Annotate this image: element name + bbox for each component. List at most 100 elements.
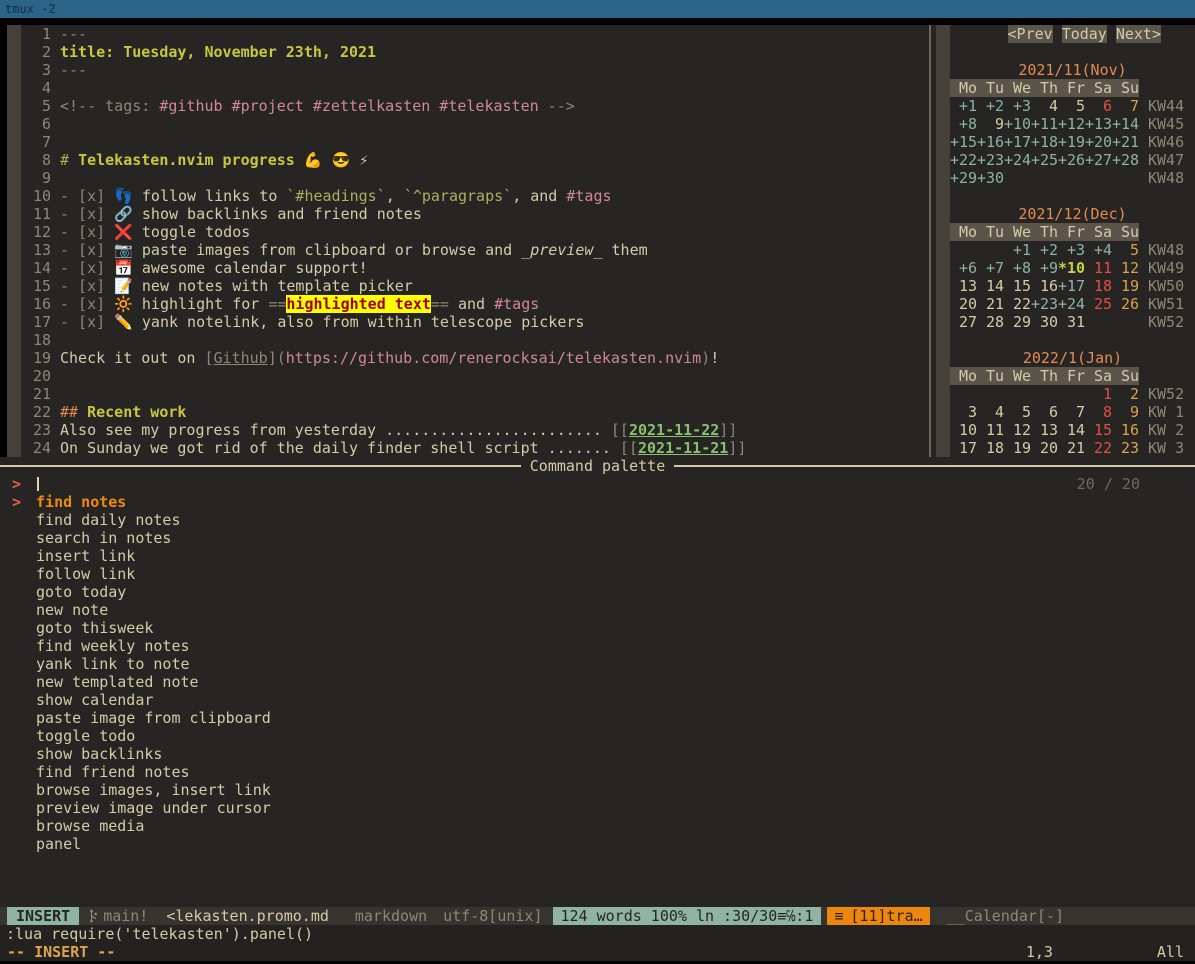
palette-item[interactable]: insert link — [0, 547, 1195, 565]
calendar-day[interactable]: 19 — [1112, 277, 1139, 295]
palette-item[interactable]: goto today — [0, 583, 1195, 601]
palette-item[interactable]: find friend notes — [0, 763, 1195, 781]
calendar-day[interactable]: 7 — [1112, 97, 1139, 115]
calendar-day[interactable]: 13 — [1031, 421, 1058, 439]
calendar-day[interactable]: 5 — [1058, 97, 1085, 115]
calendar-day[interactable]: 23 — [1112, 439, 1139, 457]
calendar-day[interactable]: +1 — [1004, 241, 1031, 259]
editor-line[interactable]: 24On Sunday we got rid of the daily find… — [33, 439, 929, 457]
calendar-day[interactable]: +18 — [1031, 133, 1058, 151]
calendar-day[interactable]: 28 — [977, 313, 1004, 331]
calendar-today-button[interactable]: Today — [1062, 25, 1107, 43]
calendar-day[interactable]: +16 — [977, 133, 1004, 151]
calendar-day[interactable]: 21 — [977, 295, 1004, 313]
editor-line[interactable]: 1--- — [33, 25, 929, 43]
calendar-day[interactable]: +8 — [1004, 259, 1031, 277]
calendar-day[interactable]: 27 — [950, 313, 977, 331]
palette-item[interactable]: paste image from clipboard — [0, 709, 1195, 727]
editor-window[interactable]: 1---2title: Tuesday, November 23th, 2021… — [7, 25, 929, 457]
palette-item[interactable]: browse media — [0, 817, 1195, 835]
calendar-day[interactable]: +3 — [1058, 241, 1085, 259]
calendar-day[interactable]: 9 — [977, 115, 1004, 133]
calendar-day[interactable]: 10 — [950, 421, 977, 439]
calendar-day[interactable]: 8 — [1085, 403, 1112, 421]
editor-line[interactable]: 3--- — [33, 61, 929, 79]
calendar-day[interactable]: 14 — [977, 277, 1004, 295]
calendar-day[interactable]: +20 — [1085, 133, 1112, 151]
calendar-day[interactable]: 9 — [1112, 403, 1139, 421]
palette-item[interactable]: new note — [0, 601, 1195, 619]
palette-item[interactable]: follow link — [0, 565, 1195, 583]
calendar-day[interactable]: +25 — [1031, 151, 1058, 169]
calendar-day[interactable]: +14 — [1112, 115, 1139, 133]
calendar-day[interactable]: 7 — [1058, 403, 1085, 421]
editor-line[interactable]: 14- [x] 📅 awesome calendar support! — [33, 259, 929, 277]
calendar-day[interactable]: 18 — [977, 439, 1004, 457]
palette-item[interactable]: yank link to note — [0, 655, 1195, 673]
calendar-day[interactable]: +24 — [1004, 151, 1031, 169]
calendar-day[interactable]: 22 — [1085, 439, 1112, 457]
calendar-day[interactable]: 18 — [1085, 277, 1112, 295]
editor-line[interactable]: 15- [x] 📝 new notes with template picker — [33, 277, 929, 295]
editor-line[interactable]: 19Check it out on [Github](https://githu… — [33, 349, 929, 367]
calendar-day[interactable]: 25 — [1085, 295, 1112, 313]
calendar-day[interactable]: 11 — [977, 421, 1004, 439]
calendar-day[interactable]: 5 — [1004, 403, 1031, 421]
calendar-day[interactable]: 12 — [1112, 259, 1139, 277]
palette-item[interactable]: new templated note — [0, 673, 1195, 691]
calendar-day[interactable]: 2 — [1112, 385, 1139, 403]
calendar-day[interactable]: 4 — [977, 403, 1004, 421]
editor-line[interactable]: 22## Recent work — [33, 403, 929, 421]
tab-segment[interactable]: ≡ [11]tra… — [827, 907, 929, 925]
calendar-day[interactable]: +17 — [1058, 277, 1085, 295]
calendar-day[interactable]: +2 — [977, 97, 1004, 115]
calendar-day[interactable]: 30 — [1031, 313, 1058, 331]
calendar-day[interactable]: *10 — [1058, 259, 1085, 277]
palette-item[interactable]: goto thisweek — [0, 619, 1195, 637]
calendar-day[interactable]: 20 — [1031, 439, 1058, 457]
calendar-next-button[interactable]: Next> — [1116, 25, 1161, 43]
palette-item[interactable]: find weekly notes — [0, 637, 1195, 655]
calendar-day[interactable]: 20 — [950, 295, 977, 313]
calendar-day[interactable]: 21 — [1058, 439, 1085, 457]
editor-line[interactable]: 5<!-- tags: #github #project #zettelkast… — [33, 97, 929, 115]
calendar-day[interactable]: 11 — [1085, 259, 1112, 277]
editor-line[interactable]: 2title: Tuesday, November 23th, 2021 — [33, 43, 929, 61]
calendar-day[interactable]: +19 — [1058, 133, 1085, 151]
palette-item[interactable]: panel — [0, 835, 1195, 853]
editor-line[interactable]: 6 — [33, 115, 929, 133]
calendar-day[interactable]: +28 — [1112, 151, 1139, 169]
calendar-day[interactable]: +11 — [1031, 115, 1058, 133]
calendar-day[interactable]: 15 — [1004, 277, 1031, 295]
calendar-day[interactable]: +13 — [1085, 115, 1112, 133]
calendar-prev-button[interactable]: <Prev — [1008, 25, 1053, 43]
calendar-day[interactable]: 14 — [1058, 421, 1085, 439]
calendar-day[interactable]: +12 — [1058, 115, 1085, 133]
editor-line[interactable]: 4 — [33, 79, 929, 97]
calendar-day[interactable]: +7 — [977, 259, 1004, 277]
palette-item[interactable]: preview image under cursor — [0, 799, 1195, 817]
calendar-day[interactable]: +9 — [1031, 259, 1058, 277]
calendar-day[interactable]: 19 — [1004, 439, 1031, 457]
editor-line[interactable]: 13- [x] 📷 paste images from clipboard or… — [33, 241, 929, 259]
calendar-day[interactable]: +17 — [1004, 133, 1031, 151]
calendar-day[interactable]: 13 — [950, 277, 977, 295]
calendar-day[interactable]: +23 — [977, 151, 1004, 169]
calendar-day[interactable]: +8 — [950, 115, 977, 133]
calendar-day[interactable]: 3 — [950, 403, 977, 421]
calendar-day[interactable]: +24 — [1058, 295, 1085, 313]
editor-line[interactable]: 20 — [33, 367, 929, 385]
editor-line[interactable]: 21 — [33, 385, 929, 403]
palette-prompt[interactable]: > 20 / 20 — [0, 475, 1195, 493]
calendar-day[interactable]: +29 — [950, 169, 977, 187]
calendar-day[interactable]: +23 — [1031, 295, 1058, 313]
calendar-day[interactable]: 12 — [1004, 421, 1031, 439]
palette-item[interactable]: find daily notes — [0, 511, 1195, 529]
calendar-window[interactable]: <Prev Today Next> 2021/11(Nov)MoTuWeThFr… — [929, 25, 1195, 457]
editor-line[interactable]: 11- [x] 🔗 show backlinks and friend note… — [33, 205, 929, 223]
editor-line[interactable]: 12- [x] ❌ toggle todos — [33, 223, 929, 241]
calendar-day[interactable]: +10 — [1004, 115, 1031, 133]
calendar-day[interactable]: +3 — [1004, 97, 1031, 115]
palette-item[interactable]: show calendar — [0, 691, 1195, 709]
calendar-day[interactable]: +30 — [977, 169, 1004, 187]
